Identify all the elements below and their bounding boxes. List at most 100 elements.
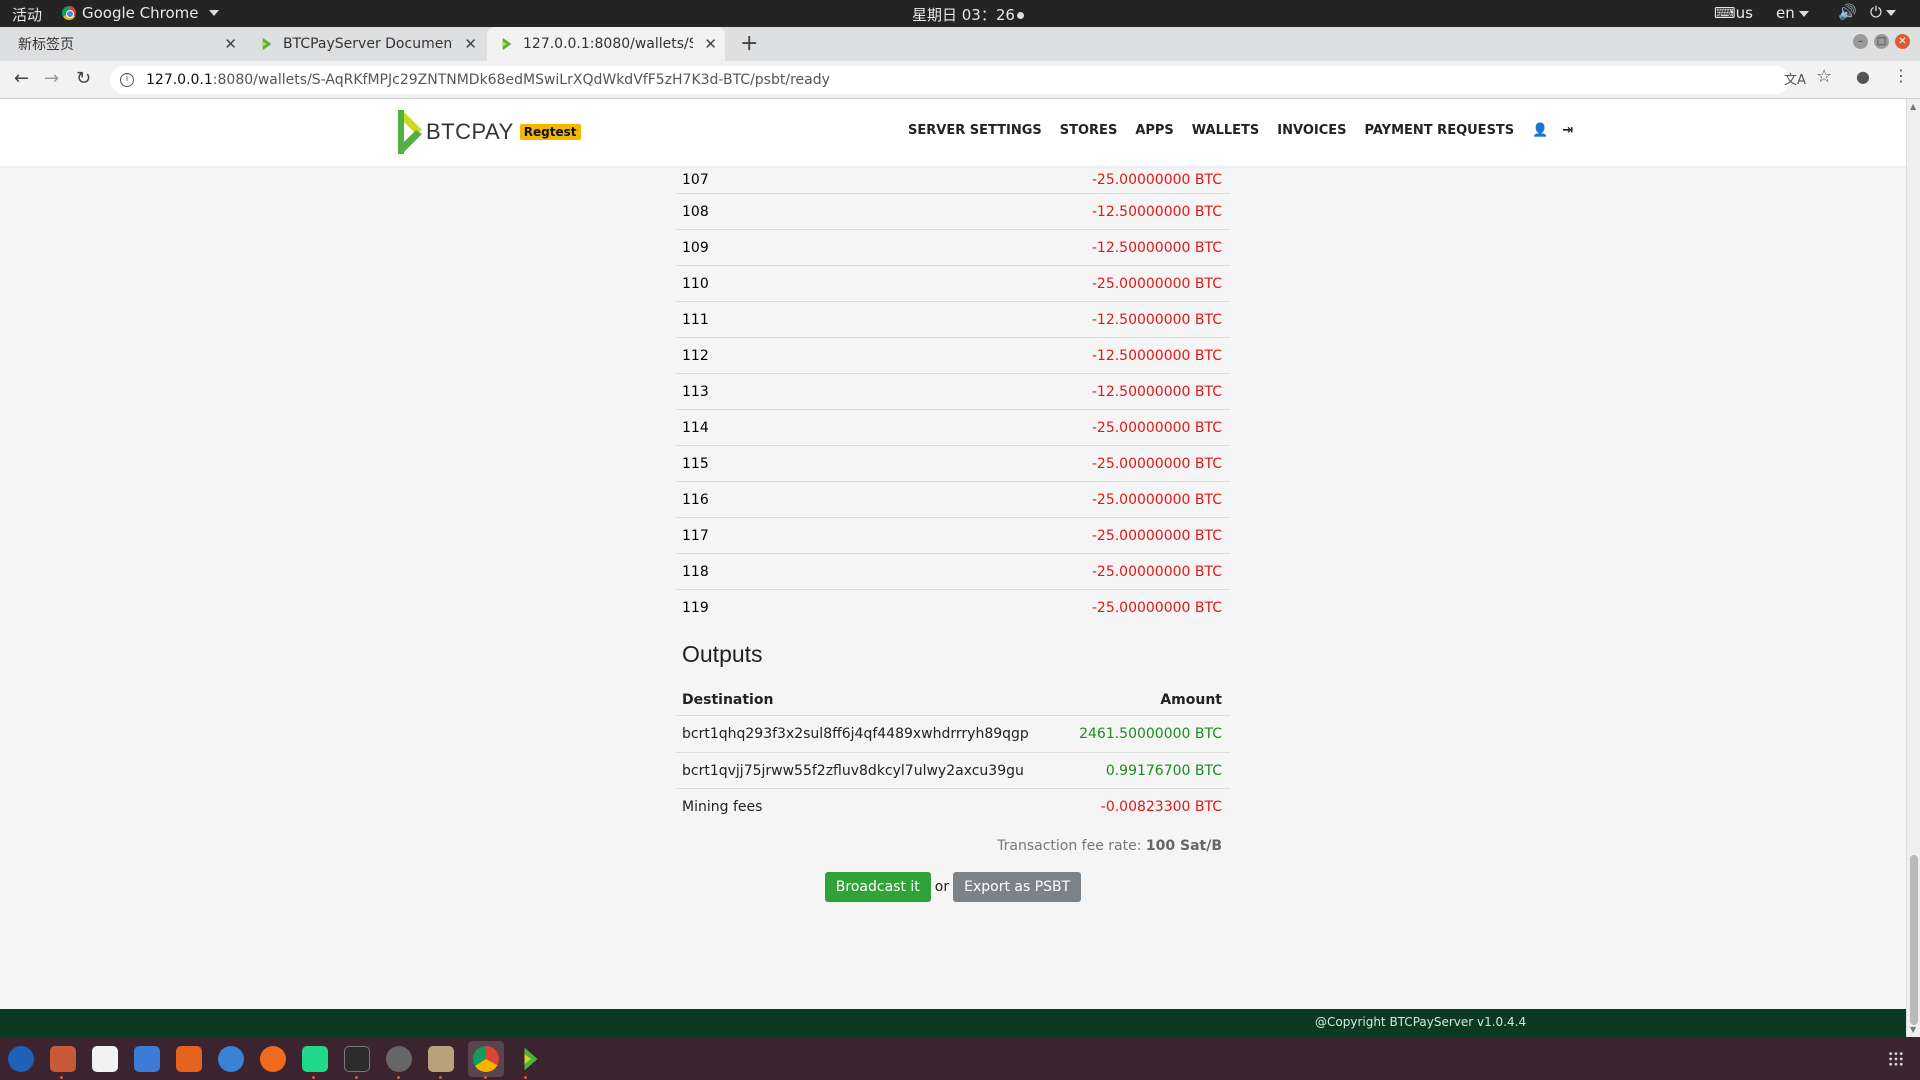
activities-button[interactable]: 活动 bbox=[12, 4, 42, 25]
terminal-icon[interactable] bbox=[344, 1046, 370, 1072]
notification-dot-icon bbox=[1016, 12, 1024, 19]
more-menu-icon[interactable]: ⋮ bbox=[1893, 66, 1909, 85]
export-psbt-button[interactable]: Export as PSBT bbox=[953, 872, 1082, 902]
tab-wallet-psbt[interactable]: 127.0.0.1:8080/wallets/S-A ✕ bbox=[487, 27, 725, 61]
page-scrollbar[interactable]: ▲ ▼ bbox=[1906, 99, 1920, 1037]
reload-icon[interactable]: ↻ bbox=[76, 68, 91, 89]
btcpay-logo[interactable]: BTCPAY Regtest bbox=[396, 108, 581, 156]
browser-toolbar: ← → ↻ i 127.0.0.1:8080/wallets/S-AqRKfMP… bbox=[0, 61, 1920, 99]
document-icon[interactable] bbox=[134, 1046, 160, 1072]
volume-icon[interactable]: 🔊 bbox=[1838, 3, 1857, 21]
menu-server-settings[interactable]: SERVER SETTINGS bbox=[908, 123, 1042, 138]
help-icon[interactable] bbox=[218, 1046, 244, 1072]
main-menu: SERVER SETTINGS STORES APPS WALLETS INVO… bbox=[908, 123, 1587, 138]
running-indicator bbox=[312, 1076, 315, 1079]
running-indicator bbox=[397, 1076, 400, 1079]
input-amount: -25.00000000 BTC bbox=[1091, 419, 1222, 436]
input-amount: -25.00000000 BTC bbox=[1091, 599, 1222, 616]
menu-apps[interactable]: APPS bbox=[1135, 123, 1173, 138]
input-row: 119 -25.00000000 BTC bbox=[676, 589, 1230, 625]
address-bar[interactable]: i 127.0.0.1:8080/wallets/S-AqRKfMPJc29ZN… bbox=[110, 66, 1790, 94]
running-indicator bbox=[439, 1076, 442, 1079]
translate-icon[interactable]: 文A bbox=[1784, 69, 1806, 88]
input-amount: -25.00000000 BTC bbox=[1091, 455, 1222, 472]
running-indicator bbox=[484, 1076, 487, 1079]
input-row: 118 -25.00000000 BTC bbox=[676, 553, 1230, 589]
app-menu[interactable]: Google Chrome bbox=[62, 4, 219, 22]
btcpay-app-icon[interactable] bbox=[518, 1046, 544, 1072]
site-footer: @Copyright BTCPayServer v1.0.4.4 bbox=[0, 1009, 1906, 1037]
tab-label: BTCPayServer Documenta bbox=[283, 36, 453, 52]
profile-icon[interactable]: ● bbox=[1856, 67, 1870, 86]
clock[interactable]: 星期日 03：26 bbox=[912, 4, 1024, 25]
output-amount: 2461.50000000 BTC bbox=[1079, 726, 1222, 742]
output-destination: bcrt1qhq293f3x2sul8ff6j4qf4489xwhdrrryh8… bbox=[682, 726, 1029, 742]
running-indicator bbox=[355, 1076, 358, 1079]
software-center-icon[interactable] bbox=[176, 1046, 202, 1072]
keyboard-layout-label: us bbox=[1735, 4, 1753, 22]
input-method-menu[interactable]: en bbox=[1776, 4, 1809, 22]
updater-icon[interactable] bbox=[386, 1046, 412, 1072]
running-indicator bbox=[524, 1076, 527, 1079]
btcpay-favicon-icon bbox=[262, 37, 272, 51]
scrollbar-thumb[interactable] bbox=[1910, 855, 1918, 1025]
settings-icon[interactable] bbox=[92, 1046, 118, 1072]
scroll-down-icon[interactable]: ▼ bbox=[1910, 1025, 1916, 1034]
input-row: 114 -25.00000000 BTC bbox=[676, 409, 1230, 445]
chrome-icon[interactable] bbox=[473, 1046, 499, 1072]
input-row: 115 -25.00000000 BTC bbox=[676, 445, 1230, 481]
firefox-icon[interactable] bbox=[260, 1046, 286, 1072]
outputs-title: Outputs bbox=[682, 641, 763, 667]
tab-btcpay-docs[interactable]: BTCPayServer Documenta ✕ bbox=[245, 27, 485, 61]
menu-payment-requests[interactable]: PAYMENT REQUESTS bbox=[1365, 123, 1515, 138]
close-tab-icon[interactable]: ✕ bbox=[464, 35, 477, 53]
site-navbar: BTCPAY Regtest SERVER SETTINGS STORES AP… bbox=[0, 99, 1906, 166]
inputs-table: 107 -25.00000000 BTC 108 -12.50000000 BTC 10… bbox=[676, 166, 1230, 625]
input-method-label: en bbox=[1776, 4, 1795, 22]
window-controls: – □ ✕ bbox=[1853, 34, 1910, 49]
input-index: 113 bbox=[682, 383, 709, 400]
close-tab-icon[interactable]: ✕ bbox=[704, 35, 717, 53]
logout-icon[interactable]: ⇥ bbox=[1562, 123, 1573, 138]
site-info-icon[interactable]: i bbox=[120, 73, 134, 87]
input-index: 112 bbox=[682, 347, 709, 364]
output-row: Mining fees -0.00823300 BTC bbox=[676, 788, 1230, 824]
logo-text: BTCPAY bbox=[426, 119, 514, 144]
close-window-icon[interactable]: ✕ bbox=[1895, 34, 1910, 49]
calendar-icon[interactable] bbox=[50, 1046, 76, 1072]
input-amount: -12.50000000 BTC bbox=[1091, 383, 1222, 400]
input-index: 114 bbox=[682, 419, 709, 436]
input-index: 115 bbox=[682, 455, 709, 472]
input-amount: -25.00000000 BTC bbox=[1091, 527, 1222, 544]
scroll-up-icon[interactable]: ▲ bbox=[1910, 102, 1916, 111]
back-icon[interactable]: ← bbox=[14, 68, 29, 89]
pycharm-icon[interactable] bbox=[302, 1046, 328, 1072]
power-icon[interactable]: ⏻ bbox=[1870, 3, 1896, 21]
menu-wallets[interactable]: WALLETS bbox=[1192, 123, 1260, 138]
menu-stores[interactable]: STORES bbox=[1060, 123, 1118, 138]
user-icon[interactable]: 👤 bbox=[1532, 123, 1548, 138]
tab-new-tab[interactable]: 新标签页 ✕ bbox=[0, 27, 245, 61]
output-destination: bcrt1qvjj75jrww55f2zfluv8dkcyl7ulwy2axcu… bbox=[682, 762, 1024, 779]
input-index: 109 bbox=[682, 239, 709, 256]
bookmark-star-icon[interactable]: ☆ bbox=[1816, 66, 1832, 87]
new-tab-icon[interactable]: + bbox=[740, 31, 758, 56]
menu-invoices[interactable]: INVOICES bbox=[1277, 123, 1346, 138]
keyboard-indicator[interactable]: ⌨us bbox=[1714, 4, 1753, 22]
maximize-icon[interactable]: □ bbox=[1874, 34, 1889, 49]
forward-icon[interactable]: → bbox=[44, 68, 59, 89]
files-icon[interactable] bbox=[428, 1046, 454, 1072]
close-tab-icon[interactable]: ✕ bbox=[224, 35, 237, 53]
running-indicator bbox=[60, 1076, 63, 1079]
input-index: 117 bbox=[682, 527, 709, 544]
broadcast-button[interactable]: Broadcast it bbox=[824, 872, 931, 902]
thunderbird-icon[interactable] bbox=[8, 1046, 34, 1072]
minimize-icon[interactable]: – bbox=[1853, 34, 1868, 49]
output-destination: Mining fees bbox=[682, 798, 763, 815]
input-index: 110 bbox=[682, 275, 709, 292]
show-apps-icon[interactable] bbox=[1888, 1051, 1904, 1067]
input-amount: -12.50000000 BTC bbox=[1091, 347, 1222, 364]
fee-rate-label: Transaction fee rate: bbox=[997, 838, 1142, 854]
input-row: 113 -12.50000000 BTC bbox=[676, 373, 1230, 409]
btcpay-logo-icon bbox=[398, 110, 422, 154]
